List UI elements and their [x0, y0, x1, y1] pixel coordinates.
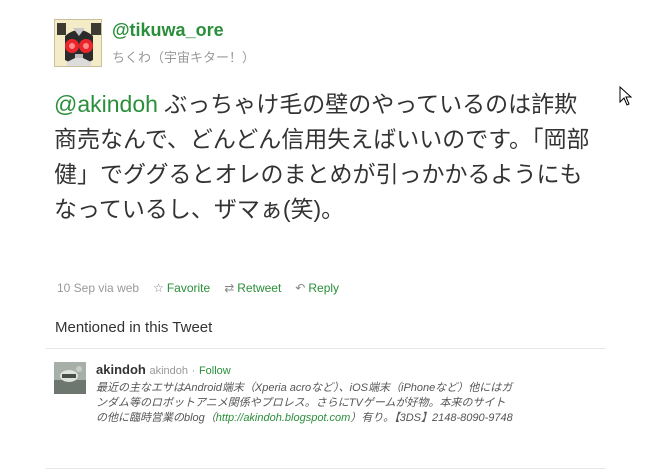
bio-text-tail: ）有り。【3DS】2148-8090-9748 [350, 412, 513, 424]
tweet-meta: 10 Sep via web ☆ Favorite ⇄ Retweet ↶ Reply [57, 281, 339, 295]
mentioned-screen-name: akindoh [149, 365, 189, 377]
separator-dot: · [191, 365, 196, 377]
mentioned-avatar-icon [54, 362, 86, 394]
kamen-rider-avatar-icon [55, 20, 101, 66]
bottom-divider [46, 468, 606, 469]
mentioned-user-avatar[interactable] [54, 362, 86, 394]
mentioned-section-title: Mentioned in this Tweet [55, 319, 213, 336]
mention-link[interactable]: @akindoh [54, 91, 158, 117]
favorite-button[interactable]: ☆ Favorite [153, 281, 210, 295]
tweet-timestamp[interactable]: 10 Sep [57, 281, 95, 295]
mouse-pointer-icon [619, 86, 633, 106]
mentioned-user-bio: 最近の主なエサはAndroid端末（Xperia acroなど）、iOS端末（i… [96, 381, 516, 426]
user-avatar[interactable] [54, 19, 102, 67]
reply-button[interactable]: ↶ Reply [295, 281, 339, 295]
retweet-label: Retweet [237, 281, 282, 295]
mentioned-user-name[interactable]: akindoh [96, 362, 146, 377]
tweet-text: @akindoh ぶっちゃけ毛の壁のやっているのは詐欺商売なんで、どんどん信用失… [54, 87, 594, 227]
user-handle-link[interactable]: @tikuwa_ore [112, 20, 224, 41]
retweet-icon: ⇄ [224, 281, 235, 295]
follow-button[interactable]: Follow [199, 365, 231, 377]
tweet-source: via web [98, 281, 140, 295]
bio-blog-link[interactable]: http://akindoh.blogspot.com [216, 412, 351, 424]
reply-label: Reply [308, 281, 340, 295]
user-display-name: ちくわ（宇宙キター！） [112, 50, 256, 65]
section-divider [46, 348, 606, 349]
retweet-button[interactable]: ⇄ Retweet [224, 281, 281, 295]
star-icon: ☆ [153, 281, 164, 295]
reply-icon: ↶ [295, 281, 306, 295]
favorite-label: Favorite [166, 281, 211, 295]
mentioned-user-header: akindoh akindoh · Follow [96, 362, 231, 377]
